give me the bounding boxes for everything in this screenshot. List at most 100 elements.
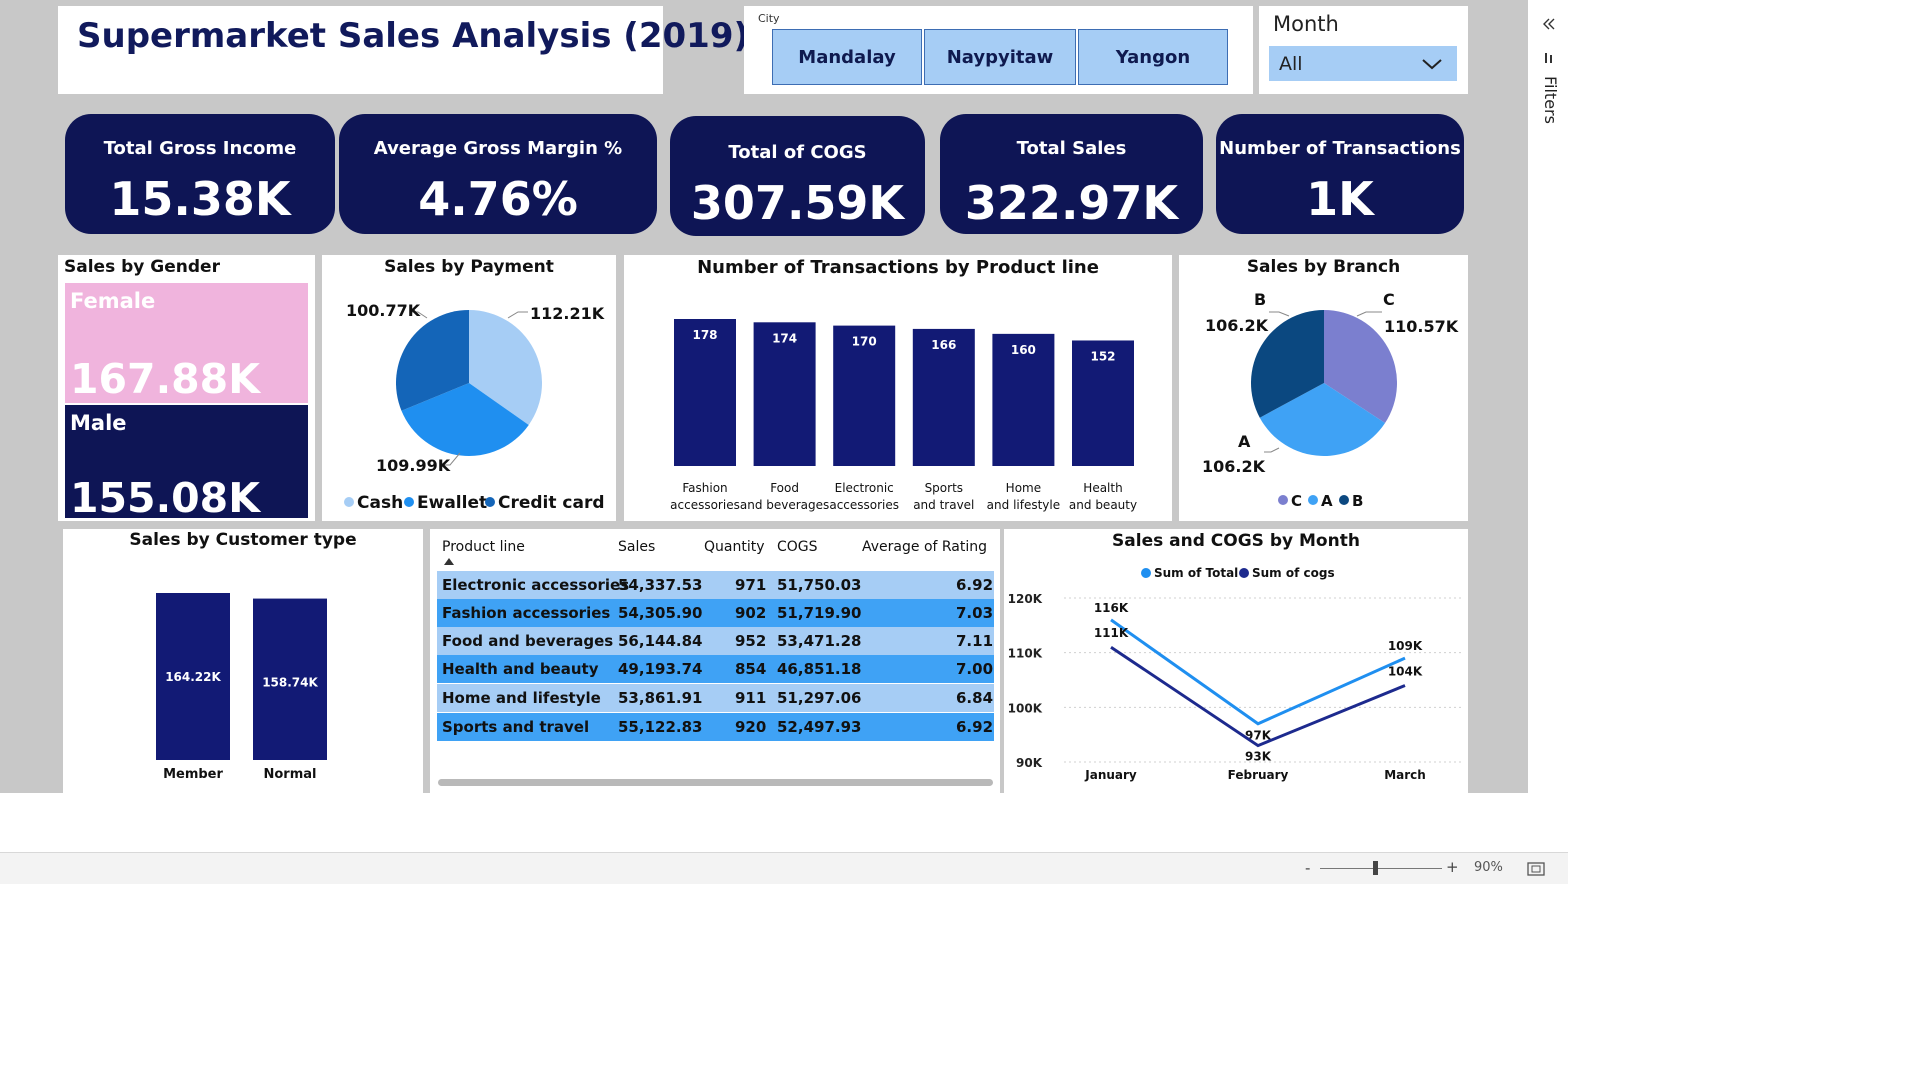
month-slicer: Month All <box>1259 6 1468 94</box>
kpi-label: Total Sales <box>1016 138 1127 159</box>
zoom-in-icon[interactable]: + <box>1446 858 1459 876</box>
bar-data-label: 152 <box>1090 349 1115 363</box>
table-header-cogs[interactable]: COGS <box>777 539 818 555</box>
branch-pie-chart: C 110.57K B 106.2K A 106.2K C A B <box>1202 290 1459 510</box>
legend-dot-cash <box>344 497 354 507</box>
table-header-product-line[interactable]: Product line <box>442 539 525 555</box>
cell-product-line: Food and beverages <box>442 632 614 650</box>
kpi-value: 15.38K <box>109 172 291 226</box>
pie-category-label: C <box>1383 290 1395 309</box>
line-data-label: 116K <box>1094 601 1129 615</box>
table-row[interactable]: Sports and travel 55,122.83 920 52,497.9… <box>437 713 994 741</box>
pie-data-label: 106.2K <box>1205 316 1269 335</box>
legend-dot <box>1239 568 1249 578</box>
x-tick-label: February <box>1228 768 1289 782</box>
bar-data-label: 174 <box>772 331 797 345</box>
kpi-value: 4.76% <box>418 172 578 226</box>
x-tick-label: and travel <box>913 498 974 512</box>
legend-label: Sum of Total <box>1154 566 1238 580</box>
month-slicer-label: Month <box>1273 12 1339 36</box>
legend-dot-ewallet <box>404 497 414 507</box>
zoom-out-icon[interactable]: - <box>1305 859 1310 877</box>
zoom-level[interactable]: 90% <box>1474 860 1503 875</box>
cell-rating: 6.84 <box>956 689 994 707</box>
month-dropdown[interactable]: All <box>1269 46 1457 81</box>
tile-value: 155.08K <box>70 474 260 522</box>
payment-pie-chart: 112.21K 100.77K 109.99K Cash Ewallet Cre… <box>344 301 605 513</box>
legend-dot-c <box>1278 495 1288 505</box>
cell-quantity: 902 <box>735 604 767 622</box>
tile-value: 167.88K <box>70 355 260 403</box>
kpi-value: 1K <box>1306 172 1374 226</box>
zoom-slider-handle[interactable] <box>1373 861 1378 875</box>
pie-data-label: 106.2K <box>1202 457 1266 476</box>
gender-treemap: Sales by Gender Female 167.88K Male 155.… <box>58 255 315 522</box>
cell-sales: 56,144.84 <box>618 632 703 650</box>
cell-cogs: 52,497.93 <box>777 718 862 736</box>
table-header-sales[interactable]: Sales <box>618 539 655 555</box>
product-transactions-bar-chart: 178 Fashion accessories 174 Food and beverage… <box>670 319 1137 512</box>
cell-sales: 54,305.90 <box>618 604 703 622</box>
table-row[interactable]: Health and beauty 49,193.74 854 46,851.1… <box>437 655 994 683</box>
table-row[interactable]: Food and beverages 56,144.84 952 53,471.… <box>437 627 994 655</box>
kpi-label: Total Gross Income <box>103 138 297 159</box>
kpi-label: Average Gross Margin % <box>373 138 623 159</box>
cell-cogs: 51,297.06 <box>777 689 862 707</box>
line-data-label: 109K <box>1388 639 1423 653</box>
customer-type-panel: Sales by Customer type 164.22K Member 158.… <box>63 529 423 793</box>
product-transactions-panel: Number of Transactions by Product line 1… <box>624 255 1172 521</box>
x-tick-label: Health <box>1083 481 1122 495</box>
horizontal-scrollbar[interactable] <box>438 779 993 786</box>
zoom-slider[interactable] <box>1320 868 1442 869</box>
kpi-total-cogs: Total of COGS 307.59K <box>670 116 925 236</box>
filter-icon[interactable] <box>1542 51 1556 65</box>
pie-data-label: 112.21K <box>530 304 605 323</box>
x-tick-label: and beauty <box>1069 498 1137 512</box>
x-tick-label: accessories <box>670 498 740 512</box>
bar-data-label: 164.22K <box>165 670 221 684</box>
table-header-average-rating[interactable]: Average of Rating <box>862 539 987 555</box>
x-tick-label: Normal <box>264 767 317 782</box>
x-tick-label: accessories <box>829 498 899 512</box>
x-tick-label: and beverages <box>740 498 829 512</box>
table-column-dividers <box>430 571 990 601</box>
line-data-label: 111K <box>1094 626 1129 640</box>
cell-quantity: 952 <box>735 632 767 650</box>
product-line-table: Product line Sales Quantity COGS Average… <box>430 529 1000 793</box>
table-row[interactable]: Home and lifestyle 53,861.91 911 51,297.… <box>437 684 994 712</box>
kpi-value: 322.97K <box>964 176 1179 230</box>
legend-label: A <box>1321 492 1333 510</box>
filters-pane-toggle[interactable]: Filters <box>1538 76 1560 136</box>
treemap-tile-female[interactable]: Female 167.88K <box>65 283 308 403</box>
pie-category-label: B <box>1254 290 1266 309</box>
collapse-left-icon[interactable] <box>1542 17 1556 31</box>
table-row[interactable]: Fashion accessories 54,305.90 902 51,719… <box>437 599 994 627</box>
x-tick-label: March <box>1384 768 1426 782</box>
bar-data-label: 166 <box>931 338 956 352</box>
city-button-yangon[interactable]: Yangon <box>1078 29 1228 85</box>
kpi-total-gross-income: Total Gross Income 15.38K <box>65 114 335 234</box>
kpi-label: Number of Transactions <box>1219 138 1461 159</box>
kpi-label: Total of COGS <box>728 142 867 163</box>
cell-cogs: 53,471.28 <box>777 632 862 650</box>
monthly-line-panel: Sales and COGS by Month 120K 110K 100K 90K 1… <box>1004 529 1468 793</box>
legend-label: Ewallet <box>417 493 487 513</box>
city-button-naypyitaw[interactable]: Naypyitaw <box>924 29 1076 85</box>
cell-sales: 49,193.74 <box>618 660 703 678</box>
cell-product-line: Home and lifestyle <box>442 689 601 707</box>
treemap-tile-male[interactable]: Male 155.08K <box>65 405 308 522</box>
tile-label: Male <box>70 411 127 435</box>
fit-to-page-icon[interactable] <box>1527 862 1545 876</box>
bar-data-label: 158.74K <box>262 676 318 690</box>
city-button-mandalay[interactable]: Mandalay <box>772 29 922 85</box>
legend-label: Cash <box>357 493 403 513</box>
page-title: Supermarket Sales Analysis (2019) <box>77 16 750 56</box>
legend-dot-a <box>1308 495 1318 505</box>
y-tick-label: 110K <box>1008 647 1043 661</box>
kpi-value: 307.59K <box>690 176 905 230</box>
cell-rating: 7.11 <box>956 632 994 650</box>
x-tick-label: and lifestyle <box>987 498 1060 512</box>
payment-pie-panel: Sales by Payment 112.21K 100.77K 109.99K… <box>322 255 616 521</box>
legend-dot-credit-card <box>485 497 495 507</box>
table-header-quantity[interactable]: Quantity <box>704 539 765 555</box>
